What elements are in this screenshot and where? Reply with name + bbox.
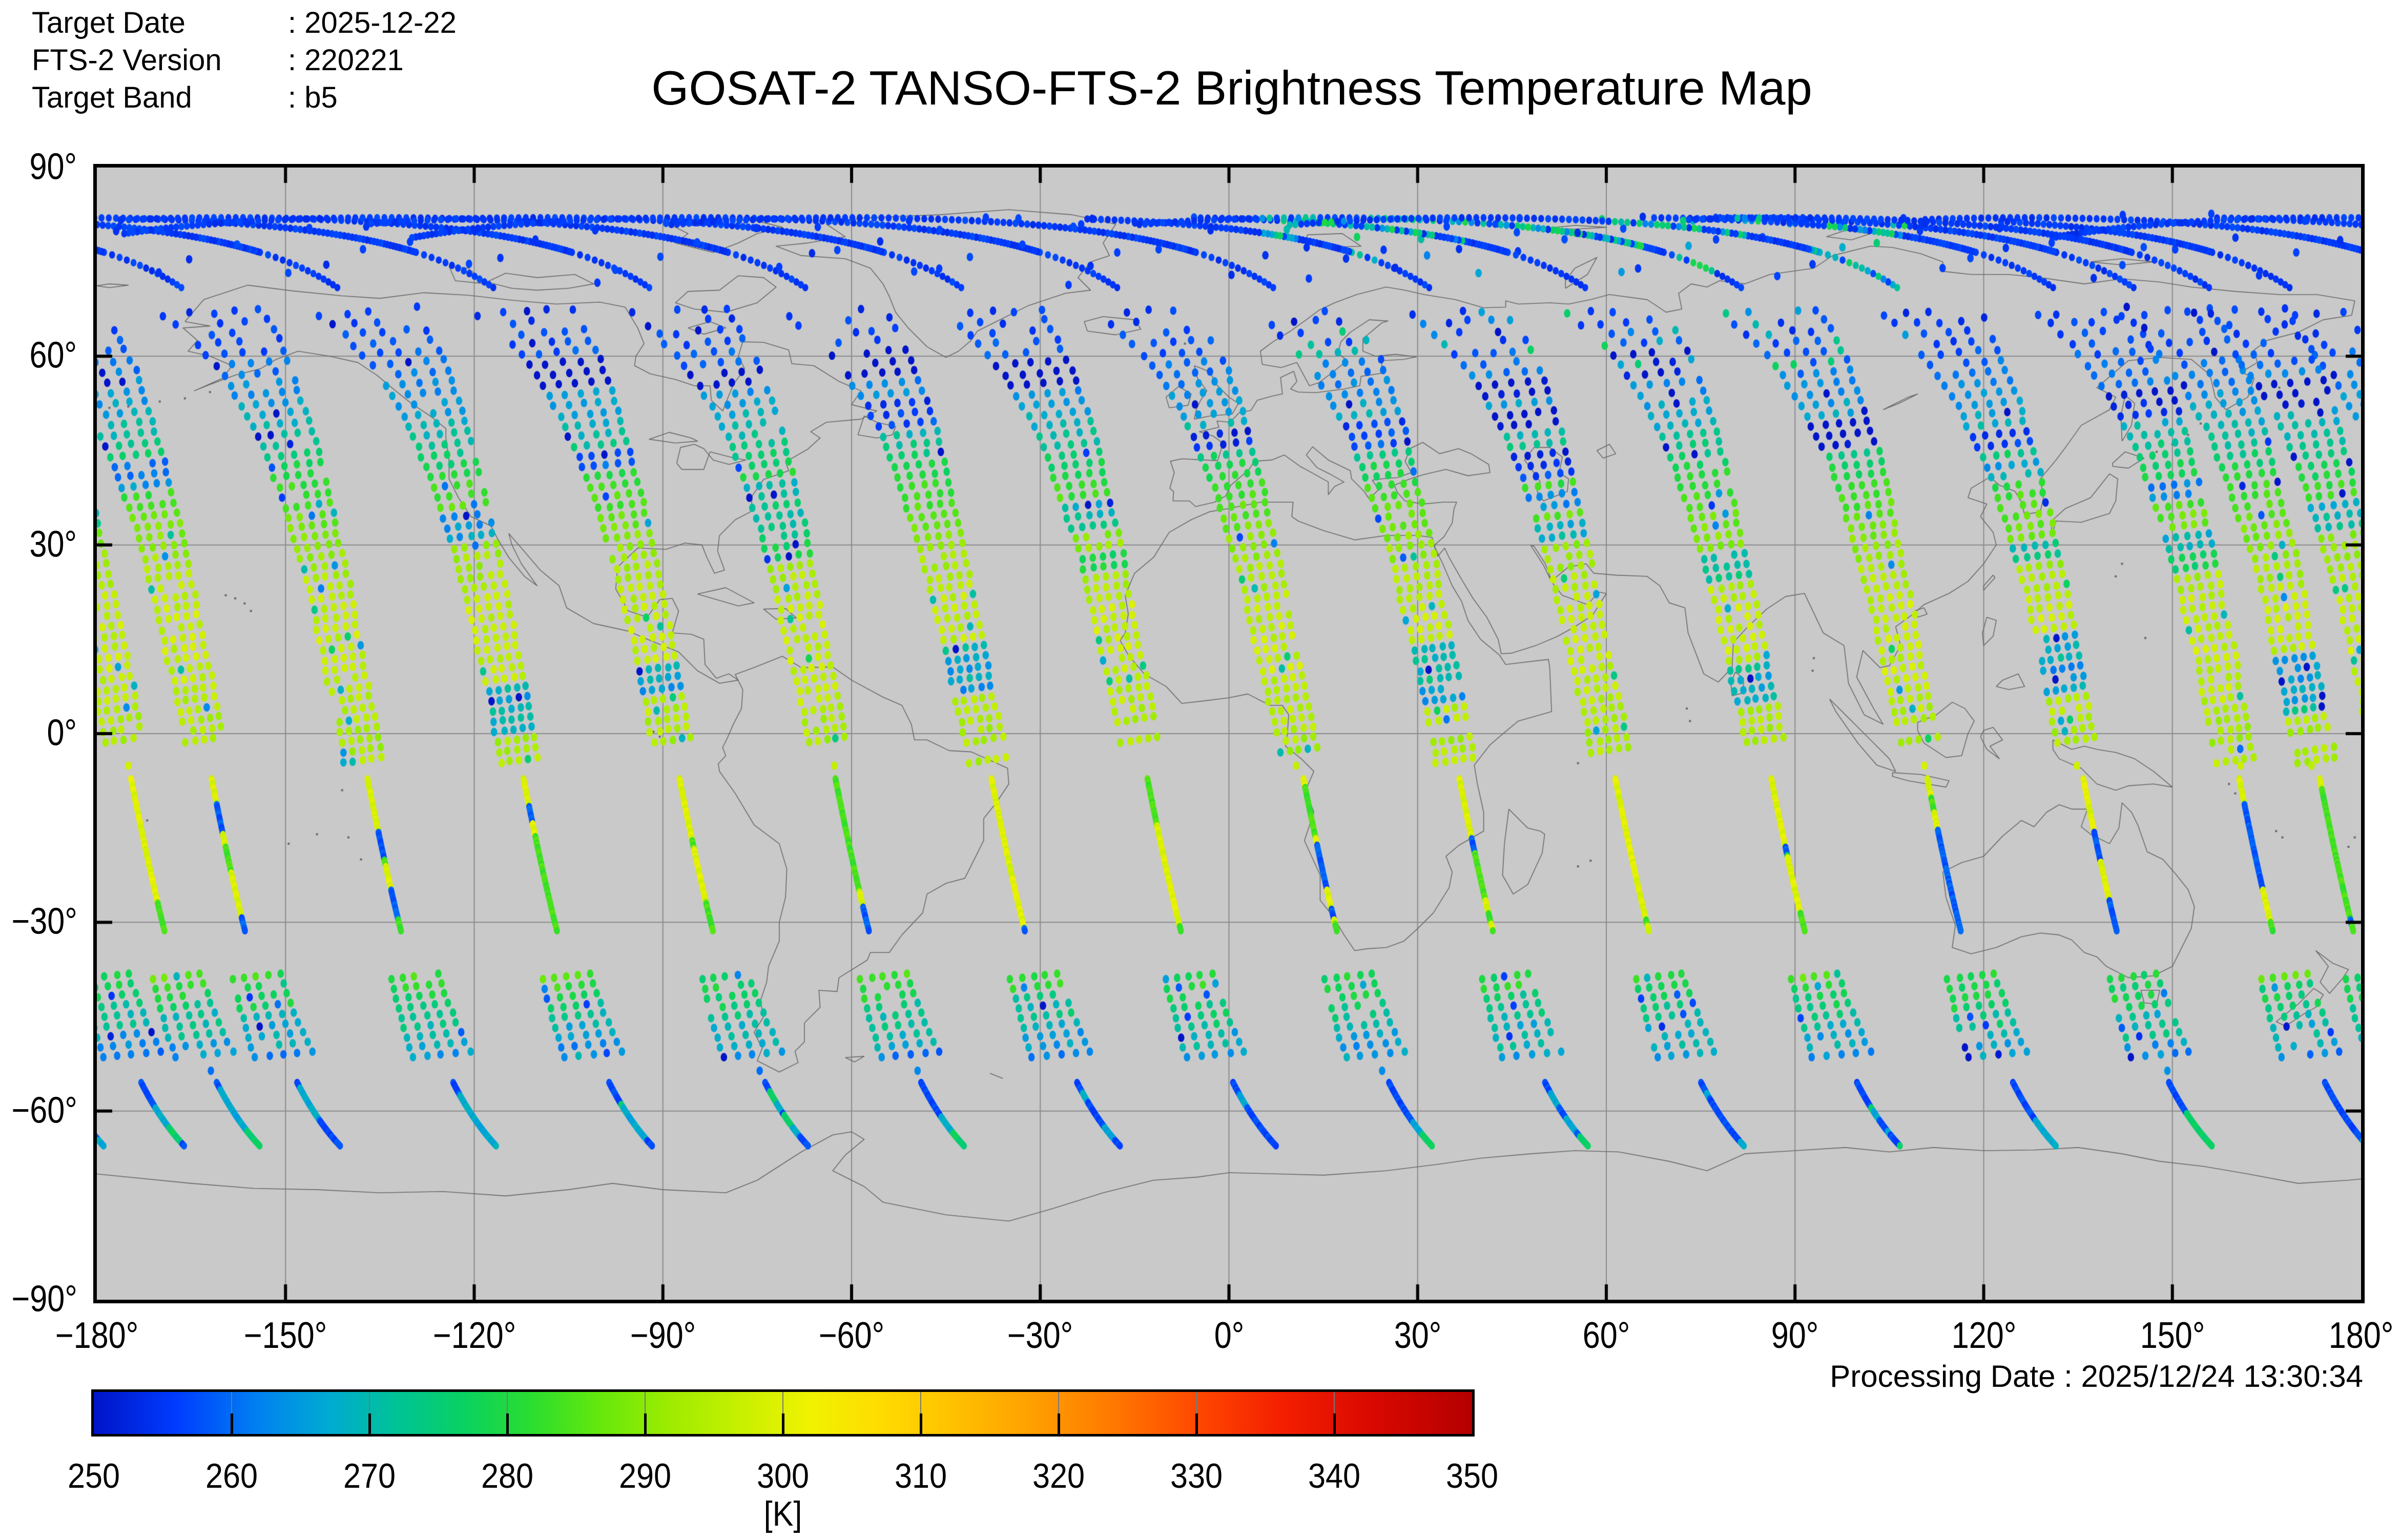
colorbar-tick-mark (506, 1413, 509, 1434)
colorbar-tick-label: 260 (205, 1456, 258, 1496)
colorbar-tick-label: 280 (481, 1456, 533, 1496)
y-axis-label: 60° (12, 335, 77, 377)
colorbar-tick-mark (368, 1413, 371, 1434)
x-axis-label: −120° (432, 1315, 515, 1357)
header-line-target-date: Target Date: 2025-12-22 (32, 4, 457, 41)
x-axis-label: −60° (819, 1315, 884, 1357)
target-date-label: Target Date (32, 4, 288, 41)
colorbar-tick-mark (920, 1413, 922, 1434)
y-axis-label: 90° (12, 145, 77, 188)
y-axis-label: −90° (12, 1278, 77, 1320)
y-axis-label: 30° (12, 523, 77, 565)
colorbar (91, 1389, 1475, 1437)
header-line-fts2-version: FTS-2 Version: 220221 (32, 41, 457, 79)
x-axis-label: 0° (1214, 1315, 1244, 1357)
x-axis-label: 180° (2329, 1315, 2394, 1357)
target-band-label: Target Band (32, 79, 288, 116)
colorbar-tick-label: 270 (343, 1456, 396, 1496)
colorbar-tick-mark (1058, 1413, 1060, 1434)
colorbar-tick-mark (1195, 1413, 1198, 1434)
colorbar-tick-mark (782, 1413, 784, 1434)
colorbar-tick-label: 290 (619, 1456, 671, 1496)
fts2-version-value: 220221 (304, 44, 404, 77)
header-annotations: Target Date: 2025-12-22 FTS-2 Version: 2… (32, 4, 457, 116)
x-axis-label: 30° (1394, 1315, 1441, 1357)
processing-date: Processing Date : 2025/12/24 13:30:34 (1830, 1359, 2363, 1394)
x-axis-label: −180° (55, 1315, 138, 1357)
colorbar-tick-label: 250 (68, 1456, 120, 1496)
x-axis-label: 120° (1951, 1315, 2016, 1357)
x-axis-label: −90° (630, 1315, 696, 1357)
colorbar-tick-mark (644, 1413, 647, 1434)
x-axis-label: −150° (244, 1315, 327, 1357)
y-axis-label: −60° (12, 1089, 77, 1131)
y-axis-label: 0° (12, 712, 77, 754)
x-axis-label: 90° (1771, 1315, 1819, 1357)
colorbar-tick-mark (231, 1413, 233, 1434)
colorbar-tick-label: 350 (1446, 1456, 1498, 1496)
map-canvas (97, 168, 2361, 1300)
colorbar-unit-label: [K] (764, 1494, 802, 1534)
colorbar-tick-label: 340 (1308, 1456, 1360, 1496)
target-band-value: b5 (304, 81, 338, 114)
x-axis-label: −30° (1007, 1315, 1073, 1357)
page-title: GOSAT-2 TANSO-FTS-2 Brightness Temperatu… (651, 60, 1812, 116)
colorbar-tick-label: 310 (895, 1456, 947, 1496)
header-line-target-band: Target Band: b5 (32, 79, 457, 116)
target-date-value: 2025-12-22 (304, 6, 457, 39)
map-plot-frame (93, 164, 2365, 1303)
fts2-version-label: FTS-2 Version (32, 41, 288, 79)
x-axis-label: 150° (2140, 1315, 2205, 1357)
x-axis-label: 60° (1583, 1315, 1630, 1357)
colorbar-tick-label: 320 (1032, 1456, 1085, 1496)
colorbar-tick-label: 330 (1170, 1456, 1223, 1496)
y-axis-label: −30° (12, 901, 77, 943)
colorbar-tick-mark (1333, 1413, 1336, 1434)
colorbar-tick-label: 300 (757, 1456, 809, 1496)
